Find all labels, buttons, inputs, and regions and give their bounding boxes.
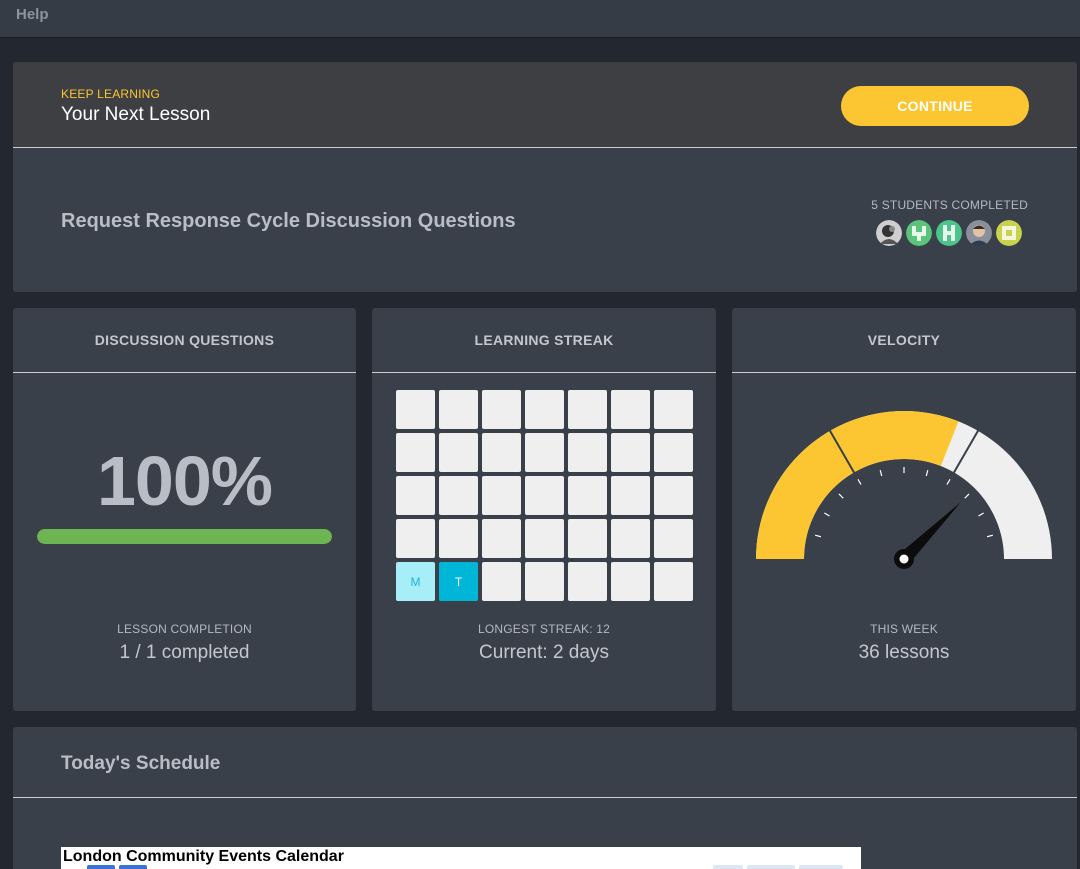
gauge-tick xyxy=(838,493,844,499)
streak-day-cell xyxy=(439,390,478,429)
streak-day-cell xyxy=(654,562,693,601)
streak-day-cell xyxy=(611,562,650,601)
avatar[interactable] xyxy=(966,220,992,246)
streak-day-cell xyxy=(654,433,693,472)
lesson-completion-label: LESSON COMPLETION xyxy=(117,622,252,636)
avatar[interactable] xyxy=(876,220,902,246)
calendar-title: London Community Events Calendar xyxy=(63,848,344,865)
next-lesson-header: KEEP LEARNING Your Next Lesson CONTINUE xyxy=(13,62,1077,148)
streak-day-cell xyxy=(611,390,650,429)
gauge-tick xyxy=(964,493,970,499)
lessons-this-week-value: 36 lessons xyxy=(858,642,950,663)
streak-day-cell xyxy=(568,476,607,515)
completion-percent: 100% xyxy=(96,442,273,520)
velocity-card: VELOCITY THIS WEEK 36 lessons xyxy=(732,308,1076,711)
calendar-view-button[interactable] xyxy=(799,865,843,869)
next-lesson-title: Your Next Lesson xyxy=(61,104,211,125)
gauge-tick xyxy=(824,512,830,517)
gauge-tick xyxy=(986,534,994,538)
events-calendar-embed[interactable]: London Community Events Calendar xyxy=(61,847,861,869)
lesson-name[interactable]: Request Response Cycle Discussion Questi… xyxy=(61,210,516,233)
schedule-header: Today's Schedule xyxy=(13,727,1077,798)
streak-day-cell xyxy=(396,433,435,472)
continue-button[interactable]: CONTINUE xyxy=(841,86,1029,126)
streak-day-cell xyxy=(611,519,650,558)
calendar-nav-button[interactable] xyxy=(87,865,115,869)
streak-day-cell xyxy=(525,433,564,472)
gauge-tick xyxy=(946,479,951,485)
avatar[interactable] xyxy=(906,220,932,246)
avatar[interactable] xyxy=(936,220,962,246)
next-lesson-card: KEEP LEARNING Your Next Lesson CONTINUE … xyxy=(13,62,1077,292)
todays-schedule-card: Today's Schedule London Community Events… xyxy=(13,727,1077,869)
schedule-title: Today's Schedule xyxy=(61,753,221,774)
keep-learning-kicker: KEEP LEARNING xyxy=(61,87,161,101)
discussion-questions-header: DISCUSSION QUESTIONS xyxy=(13,308,356,373)
streak-day-cell xyxy=(482,433,521,472)
gauge-tick xyxy=(925,469,929,477)
streak-day-cell xyxy=(439,433,478,472)
gauge-tick xyxy=(879,469,883,477)
calendar-view-button[interactable] xyxy=(713,865,743,869)
discussion-questions-card: DISCUSSION QUESTIONS 100% LESSON COMPLET… xyxy=(13,308,356,711)
students-completed-label: 5 STUDENTS COMPLETED xyxy=(871,198,1028,212)
calendar-nav-button[interactable] xyxy=(119,865,147,869)
streak-day-cell xyxy=(611,476,650,515)
streak-day-cell xyxy=(525,519,564,558)
completion-progress-fill xyxy=(37,529,332,544)
streak-day-cell xyxy=(482,390,521,429)
streak-day-cell xyxy=(611,433,650,472)
streak-day-cell xyxy=(568,562,607,601)
completion-progress-bar xyxy=(37,529,332,544)
lesson-completion-value: 1 / 1 completed xyxy=(119,642,250,663)
streak-day-cell: T xyxy=(439,562,478,601)
learning-streak-card: LEARNING STREAK MT LONGEST STREAK: 12 Cu… xyxy=(372,308,716,711)
streak-day-cell: M xyxy=(396,562,435,601)
avatar[interactable] xyxy=(996,220,1022,246)
streak-day-cell xyxy=(654,476,693,515)
gauge-hub-dot xyxy=(899,554,909,564)
velocity-gauge xyxy=(756,411,1052,569)
streak-day-cell xyxy=(525,476,564,515)
streak-day-cell xyxy=(568,390,607,429)
gauge-tick xyxy=(978,512,984,517)
streak-grid: MT xyxy=(396,390,693,601)
streak-day-cell xyxy=(568,519,607,558)
velocity-header: VELOCITY xyxy=(732,308,1076,373)
streak-day-cell xyxy=(568,433,607,472)
streak-day-cell xyxy=(396,519,435,558)
streak-day-cell xyxy=(439,519,478,558)
longest-streak-label: LONGEST STREAK: 12 xyxy=(477,622,611,636)
gauge-tick xyxy=(857,479,862,485)
top-menu-bar: Help xyxy=(0,0,1080,38)
streak-day-cell xyxy=(482,562,521,601)
streak-day-cell xyxy=(525,390,564,429)
streak-day-cell xyxy=(525,562,564,601)
streak-day-cell xyxy=(654,519,693,558)
help-menu[interactable]: Help xyxy=(16,6,49,23)
streak-day-cell xyxy=(482,519,521,558)
streak-day-cell xyxy=(482,476,521,515)
streak-day-cell xyxy=(654,390,693,429)
this-week-label: THIS WEEK xyxy=(870,622,938,636)
gauge-tick xyxy=(814,534,822,538)
streak-day-cell xyxy=(396,476,435,515)
streak-day-cell xyxy=(439,476,478,515)
streak-day-cell xyxy=(396,390,435,429)
learning-streak-header: LEARNING STREAK xyxy=(372,308,716,373)
current-streak-value: Current: 2 days xyxy=(479,642,609,663)
calendar-view-button[interactable] xyxy=(747,865,795,869)
